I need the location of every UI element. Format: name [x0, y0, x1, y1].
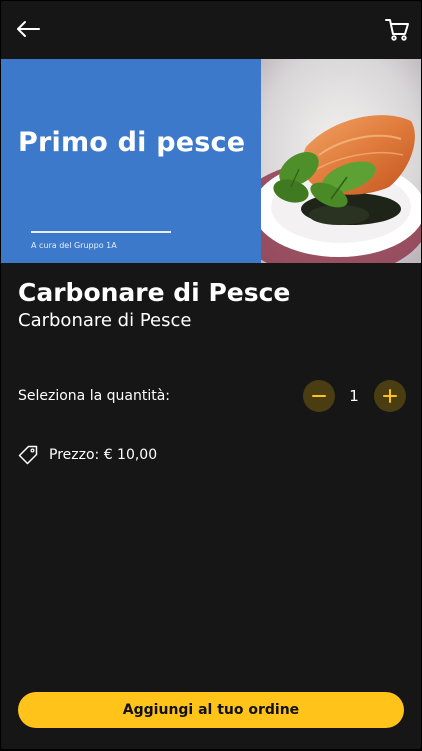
price-tag-icon — [18, 445, 38, 465]
arrow-left-icon — [17, 21, 40, 37]
hero-title: Primo di pesce — [18, 127, 246, 158]
quantity-value: 1 — [349, 387, 359, 405]
minus-icon — [312, 395, 326, 397]
add-to-order-button[interactable]: Aggiungi al tuo ordine — [18, 692, 404, 728]
product-screen: Primo di pesce A cura del Gruppo 1A Carb… — [1, 1, 421, 749]
hero-banner: Primo di pesce A cura del Gruppo 1A — [1, 59, 421, 263]
top-bar — [1, 1, 421, 59]
hero-divider — [31, 231, 171, 233]
decrease-quantity-button[interactable] — [303, 380, 335, 412]
dish-subtitle: Carbonare di Pesce — [18, 310, 192, 331]
dish-title: Carbonare di Pesce — [18, 278, 291, 307]
quantity-label: Seleziona la quantità: — [18, 388, 171, 404]
hero-credit: A cura del Gruppo 1A — [31, 241, 117, 250]
plus-icon — [383, 389, 397, 403]
price-text: Prezzo: € 10,00 — [49, 447, 158, 463]
cart-button[interactable] — [383, 15, 411, 43]
increase-quantity-button[interactable] — [374, 380, 406, 412]
hero-panel: Primo di pesce A cura del Gruppo 1A — [1, 59, 261, 263]
back-button[interactable] — [13, 15, 45, 43]
dish-photo — [261, 59, 421, 263]
shopping-cart-icon — [385, 19, 409, 41]
